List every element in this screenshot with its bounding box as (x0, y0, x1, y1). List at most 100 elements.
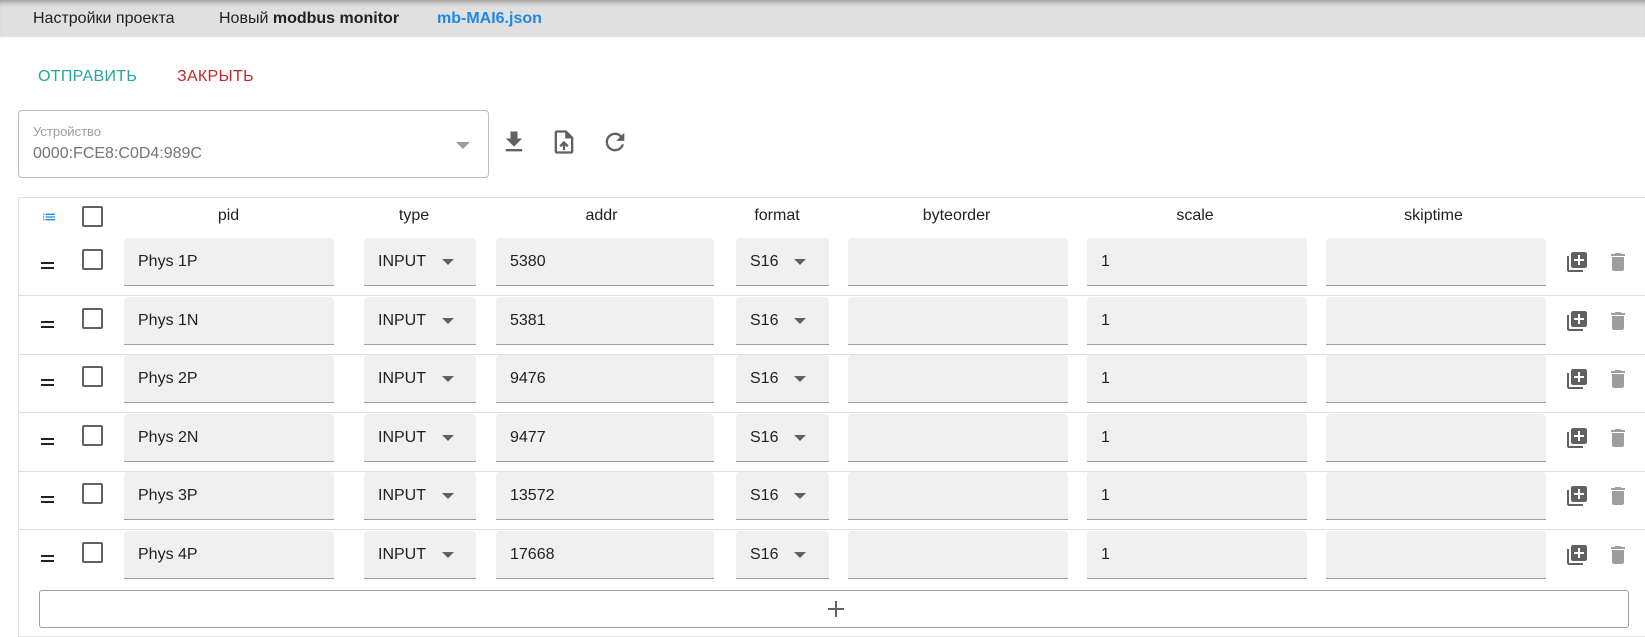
byteorder-input[interactable] (848, 296, 1068, 345)
type-select-value: INPUT (378, 487, 426, 504)
addr-input[interactable]: 17668 (496, 530, 714, 579)
type-select[interactable]: INPUT (364, 238, 476, 286)
column-header-byteorder[interactable]: byteorder (848, 207, 1065, 225)
scale-input[interactable]: 1 (1087, 472, 1307, 520)
duplicate-row-icon[interactable] (1565, 250, 1589, 274)
skiptime-input[interactable] (1326, 530, 1546, 579)
pid-input[interactable]: Phys 2N (124, 413, 334, 462)
delete-icon[interactable] (1606, 250, 1630, 274)
download-icon[interactable] (500, 128, 528, 156)
duplicate-row-icon[interactable] (1565, 367, 1589, 391)
send-button[interactable]: ОТПРАВИТЬ (38, 68, 137, 86)
duplicate-row-icon[interactable] (1565, 484, 1589, 508)
drag-handle-icon[interactable] (41, 320, 54, 329)
row-checkbox[interactable] (82, 541, 103, 563)
tab-new-modbus-monitor[interactable]: Новый modbus monitor (219, 0, 399, 37)
column-header-format[interactable]: format (731, 207, 823, 225)
duplicate-row-icon[interactable] (1565, 309, 1589, 333)
skiptime-input[interactable] (1326, 413, 1546, 462)
scale-input[interactable]: 1 (1087, 238, 1307, 286)
column-header-pid[interactable]: pid (122, 207, 335, 225)
format-select[interactable]: S16 (736, 472, 829, 520)
type-select-value: INPUT (378, 545, 426, 563)
column-header-scale[interactable]: scale (1087, 207, 1303, 225)
delete-icon[interactable] (1606, 543, 1630, 567)
table-row: Phys 2N INPUT 9477 S16 1 (19, 413, 1645, 472)
scale-input[interactable]: 1 (1087, 413, 1307, 462)
drag-handle-icon[interactable] (41, 262, 54, 270)
type-select[interactable]: INPUT (364, 472, 476, 520)
format-select[interactable]: S16 (736, 530, 829, 579)
row-checkbox[interactable] (82, 483, 103, 504)
drag-handle-icon[interactable] (41, 379, 54, 387)
byteorder-input[interactable] (848, 472, 1068, 520)
tab-project-settings[interactable]: Настройки проекта (33, 0, 174, 37)
delete-icon[interactable] (1606, 484, 1630, 508)
skiptime-input[interactable] (1326, 238, 1546, 286)
chevron-down-icon (442, 551, 454, 558)
column-header-skiptime[interactable]: skiptime (1325, 207, 1542, 225)
drag-handle-icon[interactable] (41, 496, 54, 504)
select-all-checkbox[interactable] (82, 206, 103, 227)
delete-icon[interactable] (1606, 309, 1630, 333)
chevron-down-icon (794, 493, 806, 499)
skiptime-input[interactable] (1326, 472, 1546, 520)
type-select[interactable]: INPUT (364, 355, 476, 403)
pid-input[interactable]: Phys 4P (124, 530, 334, 579)
chevron-down-icon (442, 434, 454, 441)
type-select-value: INPUT (378, 428, 426, 446)
top-tab-bar: Настройки проекта Новый modbus monitor m… (0, 0, 1645, 37)
format-select[interactable]: S16 (736, 238, 829, 286)
type-select[interactable]: INPUT (364, 413, 476, 462)
chevron-down-icon (794, 551, 806, 558)
tab-new-prefix: Новый (219, 10, 269, 27)
chevron-down-icon (794, 317, 806, 324)
addr-input[interactable]: 9476 (496, 355, 714, 403)
refresh-icon[interactable] (601, 128, 629, 156)
addr-input[interactable]: 5381 (496, 296, 714, 345)
drag-handle-icon[interactable] (41, 437, 54, 446)
skiptime-input[interactable] (1326, 296, 1546, 345)
delete-icon[interactable] (1606, 367, 1630, 391)
type-select[interactable]: INPUT (364, 296, 476, 345)
addr-input[interactable]: 5380 (496, 238, 714, 286)
drag-handle-icon[interactable] (41, 554, 54, 563)
format-select-value: S16 (750, 428, 779, 446)
column-header-type[interactable]: type (359, 207, 469, 225)
byteorder-input[interactable] (848, 413, 1068, 462)
row-checkbox[interactable] (82, 307, 103, 329)
scale-input[interactable]: 1 (1087, 530, 1307, 579)
device-select-value: 0000:FCE8:C0D4:989C (33, 145, 202, 162)
close-button[interactable]: ЗАКРЫТЬ (177, 68, 254, 86)
addr-input[interactable]: 13572 (496, 472, 714, 520)
pid-input[interactable]: Phys 1N (124, 296, 334, 345)
pid-input[interactable]: Phys 3P (124, 472, 334, 520)
duplicate-row-icon[interactable] (1565, 543, 1589, 567)
tab-file[interactable]: mb-MAI6.json (437, 0, 542, 37)
byteorder-input[interactable] (848, 530, 1068, 579)
pid-input[interactable]: Phys 1P (124, 238, 334, 286)
format-select[interactable]: S16 (736, 296, 829, 345)
row-checkbox[interactable] (82, 249, 103, 270)
delete-icon[interactable] (1606, 426, 1630, 450)
format-select[interactable]: S16 (736, 413, 829, 462)
column-header-addr[interactable]: addr (494, 207, 709, 225)
scale-input[interactable]: 1 (1087, 355, 1307, 403)
row-checkbox[interactable] (82, 424, 103, 446)
plus-icon (828, 601, 844, 617)
upload-file-icon[interactable] (550, 128, 578, 156)
type-select[interactable]: INPUT (364, 530, 476, 579)
list-icon[interactable] (41, 209, 57, 225)
pid-input[interactable]: Phys 2P (124, 355, 334, 403)
chevron-down-icon (442, 259, 454, 265)
format-select[interactable]: S16 (736, 355, 829, 403)
device-select[interactable]: Устройство 0000:FCE8:C0D4:989C (18, 110, 489, 178)
scale-input[interactable]: 1 (1087, 296, 1307, 345)
duplicate-row-icon[interactable] (1565, 426, 1589, 450)
byteorder-input[interactable] (848, 238, 1068, 286)
byteorder-input[interactable] (848, 355, 1068, 403)
add-row-button[interactable] (39, 590, 1629, 628)
row-checkbox[interactable] (82, 366, 103, 387)
addr-input[interactable]: 9477 (496, 413, 714, 462)
skiptime-input[interactable] (1326, 355, 1546, 403)
